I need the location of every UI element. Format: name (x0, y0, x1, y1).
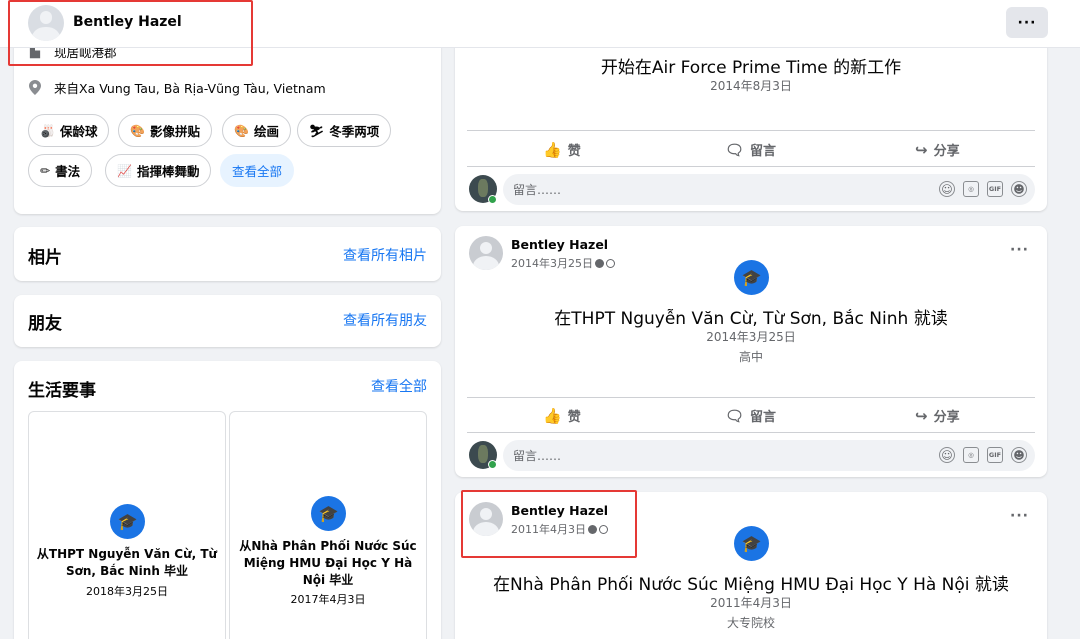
post-divider (467, 130, 1035, 131)
like-button[interactable]: 👍 赞 (543, 406, 581, 426)
comment-input[interactable]: 留言…… ☺ ◎ GIF ☻ (503, 440, 1035, 471)
post-meta: 2014年3月25日 (511, 255, 615, 271)
sticker-icon[interactable]: ☻ (1011, 447, 1027, 463)
photos-card: 相片 查看所有相片 (14, 227, 441, 281)
comment-input[interactable]: 留言…… ☺ ◎ GIF ☻ (503, 174, 1035, 205)
online-status-dot (488, 460, 497, 469)
clock-icon (595, 258, 604, 268)
post-date-line: 2014年3月25日 (706, 330, 796, 344)
camera-icon[interactable]: ◎ (963, 447, 979, 463)
photos-title: 相片 (28, 248, 62, 268)
post-author-name[interactable]: Bentley Hazel (511, 503, 608, 518)
post-headline: 在THPT Nguyễn Văn Cừ, Từ Sơn, Bắc Ninh 就读 (554, 309, 948, 329)
life-event-text: 从Nhà Phân Phối Nước Súc Miệng HMU Đại Họ… (239, 539, 417, 587)
share-button[interactable]: ↪ 分享 (915, 406, 960, 426)
emoji-icon[interactable]: ☺ (939, 447, 955, 463)
life-events-title: 生活要事 (28, 381, 96, 401)
hobby-chip-baton-twirling[interactable]: 📈 指揮棒舞動 (105, 154, 212, 187)
gif-icon[interactable]: GIF (987, 181, 1003, 197)
from-row: 来自Xa Vung Tau, Bà Rịa-Vũng Tàu, Vietnam (28, 78, 326, 97)
post-timestamp[interactable]: 2014年3月25日 (511, 255, 593, 271)
share-arrow-icon: ↪ (915, 140, 928, 159)
life-events-card: 生活要事 查看全部 🎓 从THPT Nguyễn Văn Cừ, Từ Sơn,… (14, 361, 441, 639)
post-meta: 2011年4月3日 (511, 521, 608, 537)
life-event-date: 2018年3月25日 (86, 585, 168, 598)
post-divider (467, 397, 1035, 398)
profile-top-bar: Bentley Hazel ··· (0, 0, 1080, 48)
profile-avatar[interactable] (28, 5, 64, 41)
life-event-tile[interactable]: 🎓 从Nhà Phân Phối Nước Súc Miệng HMU Đại … (229, 411, 427, 639)
hobby-chip-calligraphy[interactable]: ✏ 書法 (28, 154, 93, 187)
like-button[interactable]: 👍 赞 (543, 140, 581, 160)
online-status-dot (488, 195, 497, 204)
post-date-line: 2011年4月3日 (710, 596, 792, 610)
chart-icon: 📈 (117, 163, 132, 178)
speech-bubble-icon: 🗨 (725, 140, 745, 159)
palette-icon: 🎨 (130, 123, 145, 138)
friends-title: 朋友 (28, 314, 62, 334)
hobby-chip-biathlon[interactable]: ⛷ 冬季两项 (297, 114, 392, 147)
hobby-chip-collage[interactable]: 🎨 影像拼贴 (118, 114, 212, 147)
camera-icon[interactable]: ◎ (963, 181, 979, 197)
post-headline: 在Nhà Phân Phối Nước Súc Miệng HMU Đại Họ… (493, 575, 1009, 595)
post-divider (467, 166, 1035, 167)
thumbs-up-icon: 👍 (543, 406, 562, 425)
post-headline: 开始在Air Force Prime Time 的新工作 (600, 58, 902, 78)
post-more-options-icon[interactable]: ··· (1010, 508, 1029, 524)
author-avatar[interactable] (469, 502, 503, 536)
see-all-friends-link[interactable]: 查看所有朋友 (343, 310, 427, 330)
skier-icon: ⛷ (309, 123, 325, 138)
palette-icon: 🎨 (234, 123, 249, 138)
life-event-text: 从THPT Nguyễn Văn Cừ, Từ Sơn, Bắc Ninh 毕业 (36, 547, 218, 578)
post-detail: 高中 (738, 350, 763, 364)
author-avatar[interactable] (469, 236, 503, 270)
graduation-cap-icon: 🎓 (110, 504, 145, 539)
location-pin-icon (28, 80, 42, 95)
pencil-icon: ✏ (40, 163, 51, 178)
gif-icon[interactable]: GIF (987, 447, 1003, 463)
bowling-icon: 🎳 (40, 123, 55, 138)
post-date-line: 2014年8月3日 (710, 79, 792, 93)
see-all-life-events-link[interactable]: 查看全部 (371, 376, 427, 396)
see-all-photos-link[interactable]: 查看所有相片 (343, 245, 427, 265)
sticker-icon[interactable]: ☻ (1011, 181, 1027, 197)
hobby-chip-bowling[interactable]: 🎳 保龄球 (28, 114, 110, 147)
comment-button[interactable]: 🗨 留言 (725, 406, 776, 426)
post-card: Bentley Hazel 2014年3月25日 ··· 🎓 在THPT Ngu… (455, 226, 1047, 477)
profile-name[interactable]: Bentley Hazel (73, 14, 182, 30)
graduation-cap-icon: 🎓 (734, 260, 769, 295)
post-card: 开始在Air Force Prime Time 的新工作 2014年8月3日 👍… (455, 20, 1047, 211)
emoji-icon[interactable]: ☺ (939, 181, 955, 197)
clock-icon (588, 524, 597, 534)
share-arrow-icon: ↪ (915, 406, 928, 425)
speech-bubble-icon: 🗨 (725, 406, 745, 425)
post-divider (467, 432, 1035, 433)
from-text: 来自Xa Vung Tau, Bà Rịa-Vũng Tàu, Vietnam (54, 81, 326, 96)
hobby-chip-painting[interactable]: 🎨 绘画 (222, 114, 291, 147)
post-author-name[interactable]: Bentley Hazel (511, 237, 608, 252)
life-event-tile[interactable]: 🎓 从THPT Nguyễn Văn Cừ, Từ Sơn, Bắc Ninh … (28, 411, 226, 639)
post-timestamp[interactable]: 2011年4月3日 (511, 521, 586, 537)
graduation-cap-icon: 🎓 (311, 496, 346, 531)
life-event-date: 2017年4月3日 (290, 593, 366, 606)
post-card: Bentley Hazel 2011年4月3日 ··· 🎓 在Nhà Phân … (455, 492, 1047, 639)
globe-icon (606, 258, 615, 268)
friends-card: 朋友 查看所有朋友 (14, 295, 441, 347)
more-options-button[interactable]: ··· (1006, 7, 1048, 38)
graduation-cap-icon: 🎓 (734, 526, 769, 561)
post-more-options-icon[interactable]: ··· (1010, 242, 1029, 258)
thumbs-up-icon: 👍 (543, 140, 562, 159)
comment-button[interactable]: 🗨 留言 (725, 140, 776, 160)
see-all-hobbies-button[interactable]: 查看全部 (220, 154, 295, 187)
share-button[interactable]: ↪ 分享 (915, 140, 960, 160)
globe-icon (599, 524, 608, 534)
post-detail: 大专院校 (726, 616, 775, 630)
